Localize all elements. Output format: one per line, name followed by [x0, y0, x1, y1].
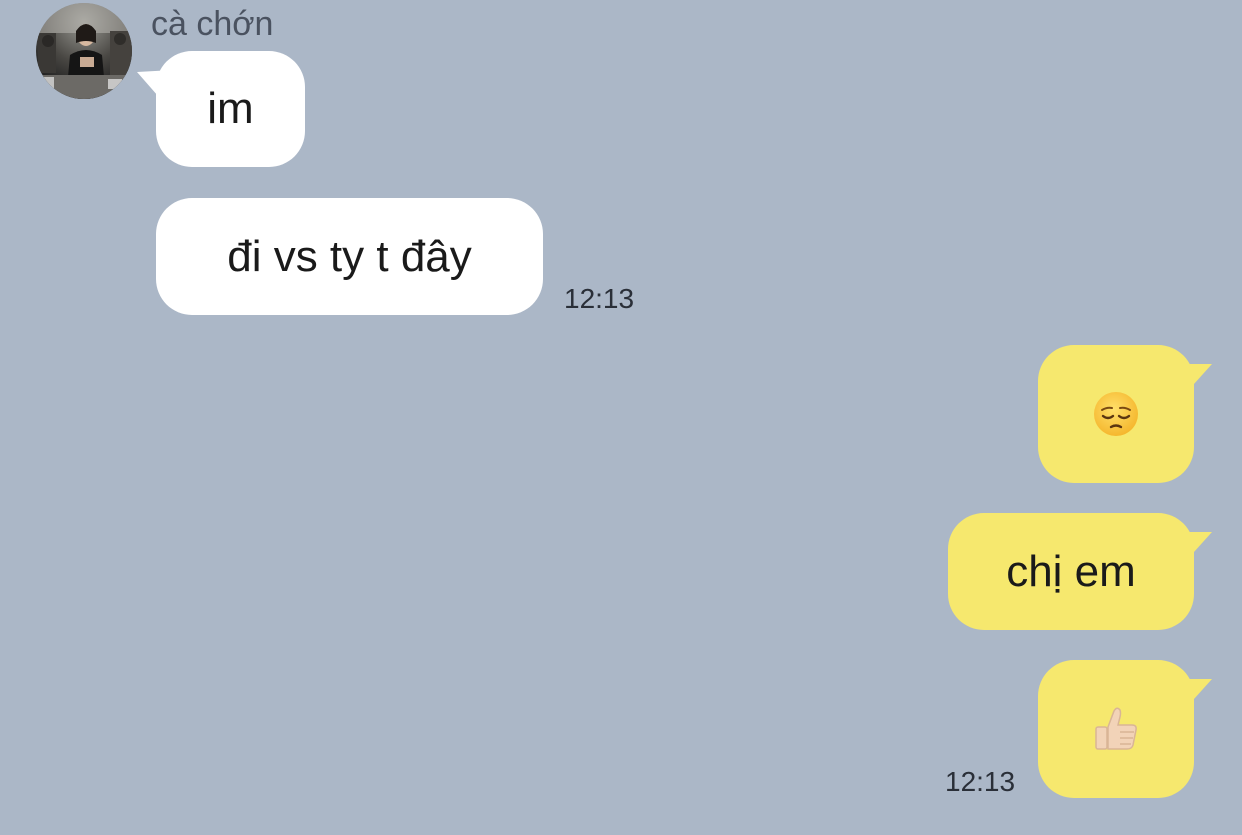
- message-timestamp: 12:13: [564, 283, 635, 314]
- outgoing-message-bubble[interactable]: chị em: [948, 513, 1194, 630]
- sender-name: cà chớn: [151, 5, 274, 43]
- outgoing-message-bubble[interactable]: [1038, 345, 1194, 483]
- message-text: chị em: [1006, 546, 1136, 596]
- message-text: im: [207, 84, 254, 133]
- incoming-message-bubble[interactable]: im: [156, 51, 305, 167]
- thumbs-up-icon: [1095, 707, 1137, 750]
- pensive-face-icon: [1094, 392, 1138, 436]
- sender-avatar[interactable]: [36, 3, 132, 99]
- message-timestamp: 12:13: [945, 766, 1016, 797]
- outgoing-message-bubble[interactable]: [1038, 660, 1194, 798]
- message-text: đi vs ty t đây: [227, 231, 472, 281]
- incoming-message-bubble[interactable]: đi vs ty t đây: [156, 198, 543, 315]
- avatar-photo: [36, 3, 132, 99]
- chat-thread: cà chớn im đi vs ty t đây 12:13 chị em 1…: [0, 0, 1242, 835]
